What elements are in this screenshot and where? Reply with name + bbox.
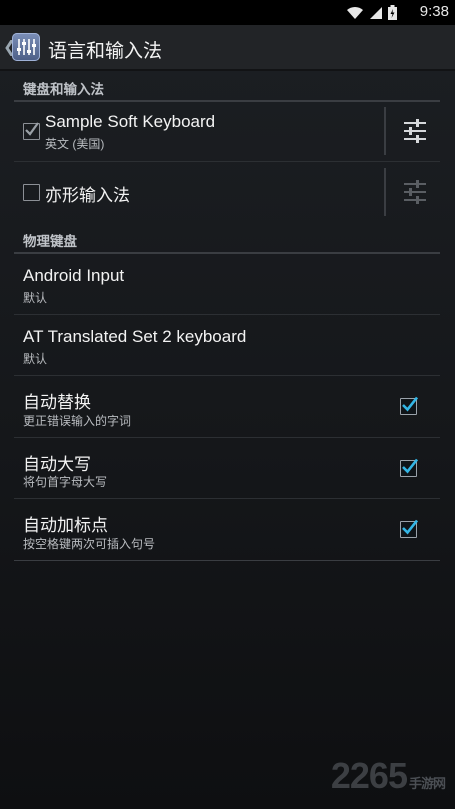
keyboard-subtitle: 英文 (美国) [45, 137, 105, 151]
action-bar: ❮ 语言和输入法 [0, 25, 455, 71]
row-subtitle: 将句首字母大写 [23, 475, 108, 489]
option-row-auto-punctuate[interactable]: 自动加标点 按空格键两次可插入句号 [14, 499, 440, 561]
battery-icon [388, 5, 397, 20]
row-title: AT Translated Set 2 keyboard [23, 327, 247, 346]
vertical-divider [384, 168, 386, 216]
keyboard-title: 亦形输入法 [45, 186, 130, 205]
watermark-suffix: 手游网 [408, 776, 446, 791]
keyboard-title: Sample Soft Keyboard [45, 112, 216, 131]
section-header-keyboard-input: 键盘和输入法 [14, 70, 440, 102]
vertical-divider [384, 107, 386, 155]
row-subtitle: 默认 [23, 291, 48, 305]
section-label: 物理键盘 [23, 234, 77, 249]
keyboard-checkbox-sample[interactable] [23, 122, 40, 140]
signal-icon [370, 6, 382, 19]
keyboard-row-yixing[interactable]: 亦形输入法 [14, 162, 440, 222]
auto-replace-checkbox[interactable] [400, 396, 418, 415]
settings-sliders-icon[interactable] [403, 119, 427, 143]
row-subtitle: 默认 [23, 352, 48, 366]
option-row-auto-replace[interactable]: 自动替换 更正错误输入的字词 [14, 376, 440, 438]
watermark-logo: 2265 手游网 [330, 755, 446, 797]
status-bar: 9:38 [0, 0, 455, 25]
section-label: 键盘和输入法 [23, 82, 104, 97]
check-icon [25, 122, 39, 136]
section-header-physical-keyboard: 物理键盘 [14, 222, 440, 254]
check-icon [402, 458, 418, 474]
row-title: Android Input [23, 266, 125, 285]
row-subtitle: 按空格键两次可插入句号 [23, 537, 156, 551]
settings-app-icon[interactable] [12, 33, 40, 61]
row-subtitle: 更正错误输入的字词 [23, 414, 132, 428]
sliders-icon [17, 39, 36, 55]
watermark-text: 2265 [330, 755, 408, 796]
row-title: 自动替换 [23, 393, 91, 412]
auto-capitalize-checkbox[interactable] [400, 458, 418, 477]
settings-sliders-icon[interactable] [403, 180, 427, 204]
option-row-auto-capitalize[interactable]: 自动大写 将句首字母大写 [14, 438, 440, 499]
wifi-icon [347, 6, 363, 19]
row-title: 自动加标点 [23, 516, 108, 535]
auto-punctuate-checkbox[interactable] [400, 519, 418, 538]
physical-keyboard-row-at-translated[interactable]: AT Translated Set 2 keyboard 默认 [14, 315, 440, 376]
page-title: 语言和输入法 [48, 41, 163, 62]
status-icons [346, 4, 397, 21]
keyboard-row-sample[interactable]: Sample Soft Keyboard 英文 (美国) [14, 101, 440, 162]
keyboard-checkbox-yixing[interactable] [23, 184, 40, 201]
check-icon [402, 396, 418, 412]
row-title: 自动大写 [23, 455, 91, 474]
status-time: 9:38 [419, 3, 449, 20]
check-icon [402, 519, 418, 535]
physical-keyboard-row-android-input[interactable]: Android Input 默认 [14, 254, 440, 315]
